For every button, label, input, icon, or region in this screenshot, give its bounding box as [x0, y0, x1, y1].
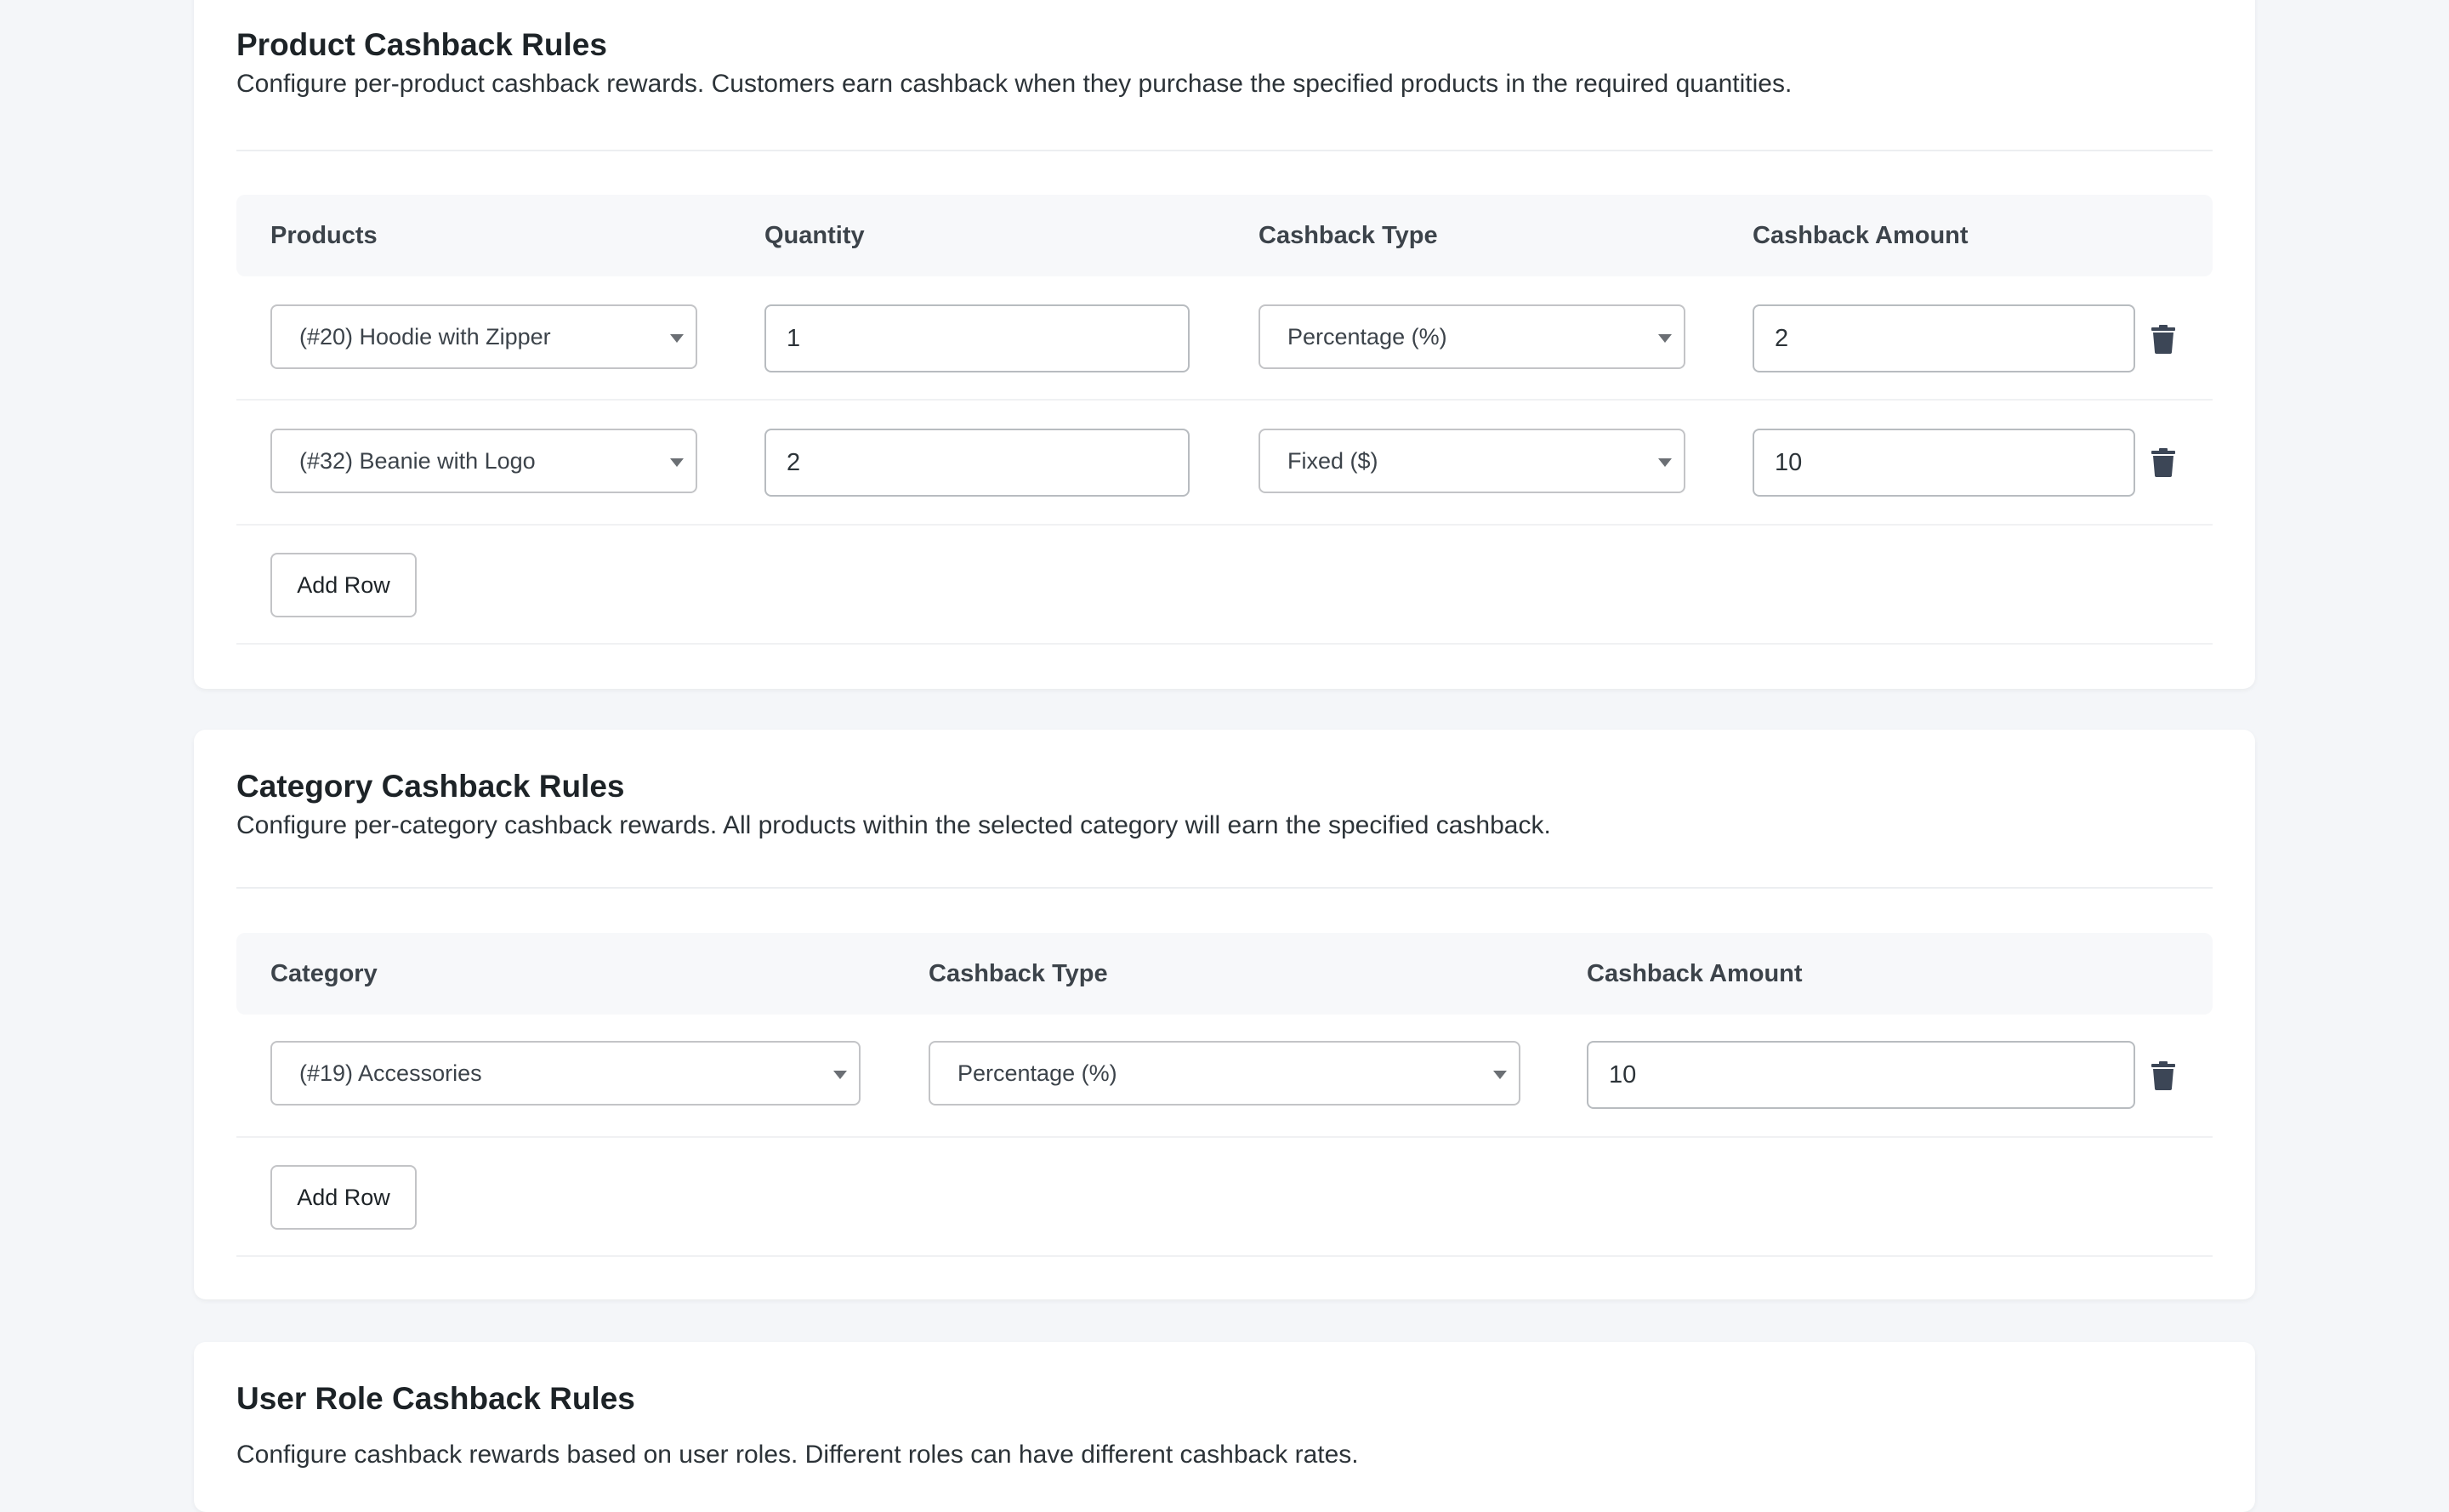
trash-icon[interactable] [2151, 448, 2175, 477]
cashback-type-select[interactable]: Fixed ($) [1259, 429, 1685, 493]
add-row-button[interactable]: Add Row [270, 1165, 417, 1230]
cashback-amount-value: 2 [1775, 325, 1789, 352]
header-category: Category [270, 960, 378, 987]
cashback-type-value: Percentage (%) [1287, 324, 1447, 350]
product-select[interactable]: (#32) Beanie with Logo [270, 429, 697, 493]
header-cashback-type: Cashback Type [1259, 222, 1438, 249]
row-divider [236, 524, 2213, 526]
user-role-rules-title: User Role Cashback Rules [236, 1381, 635, 1416]
quantity-value: 2 [787, 449, 801, 476]
chevron-down-icon [1658, 458, 1672, 467]
chevron-down-icon [1493, 1071, 1507, 1079]
header-quantity: Quantity [764, 222, 865, 249]
product-rules-divider [236, 150, 2213, 151]
row-divider [236, 399, 2213, 401]
product-select-value: (#32) Beanie with Logo [299, 448, 536, 474]
cashback-amount-value: 10 [1775, 449, 1803, 476]
chevron-down-icon [670, 458, 684, 467]
product-select[interactable]: (#20) Hoodie with Zipper [270, 304, 697, 369]
product-rules-title: Product Cashback Rules [236, 27, 607, 62]
chevron-down-icon [1658, 334, 1672, 343]
category-rules-divider [236, 887, 2213, 889]
product-select-value: (#20) Hoodie with Zipper [299, 324, 551, 350]
product-rules-description: Configure per-product cashback rewards. … [236, 70, 1793, 98]
chevron-down-icon [833, 1071, 847, 1079]
category-select[interactable]: (#19) Accessories [270, 1041, 861, 1106]
cashback-amount-value: 10 [1609, 1061, 1637, 1089]
user-role-cashback-card: User Role Cashback Rules Configure cashb… [194, 1342, 2255, 1512]
trash-icon[interactable] [2151, 1061, 2175, 1090]
category-rules-table-header: Category Cashback Type Cashback Amount [236, 933, 2213, 1015]
cashback-amount-input[interactable]: 10 [1587, 1041, 2135, 1109]
row-divider [236, 643, 2213, 645]
cashback-type-select[interactable]: Percentage (%) [929, 1041, 1520, 1106]
quantity-input[interactable]: 1 [764, 304, 1190, 372]
header-cashback-type: Cashback Type [929, 960, 1108, 987]
cashback-amount-input[interactable]: 10 [1753, 429, 2135, 497]
category-rules-title: Category Cashback Rules [236, 769, 625, 804]
cashback-type-select[interactable]: Percentage (%) [1259, 304, 1685, 369]
quantity-value: 1 [787, 325, 801, 352]
product-rules-table-header: Products Quantity Cashback Type Cashback… [236, 195, 2213, 276]
cashback-type-value: Fixed ($) [1287, 448, 1378, 474]
quantity-input[interactable]: 2 [764, 429, 1190, 497]
header-cashback-amount: Cashback Amount [1753, 222, 1969, 249]
category-select-value: (#19) Accessories [299, 1060, 482, 1086]
user-role-rules-description: Configure cashback rewards based on user… [236, 1441, 1359, 1469]
header-products: Products [270, 222, 378, 249]
category-rules-description: Configure per-category cashback rewards.… [236, 811, 1551, 839]
chevron-down-icon [670, 334, 684, 343]
row-divider [236, 1136, 2213, 1138]
cashback-amount-input[interactable]: 2 [1753, 304, 2135, 372]
row-divider [236, 1255, 2213, 1257]
cashback-type-value: Percentage (%) [957, 1060, 1117, 1086]
category-cashback-card: Category Cashback Rules Configure per-ca… [194, 730, 2255, 1299]
product-cashback-card: Product Cashback Rules Configure per-pro… [194, 0, 2255, 689]
header-cashback-amount: Cashback Amount [1587, 960, 1803, 987]
trash-icon[interactable] [2151, 325, 2175, 354]
add-row-button[interactable]: Add Row [270, 553, 417, 617]
